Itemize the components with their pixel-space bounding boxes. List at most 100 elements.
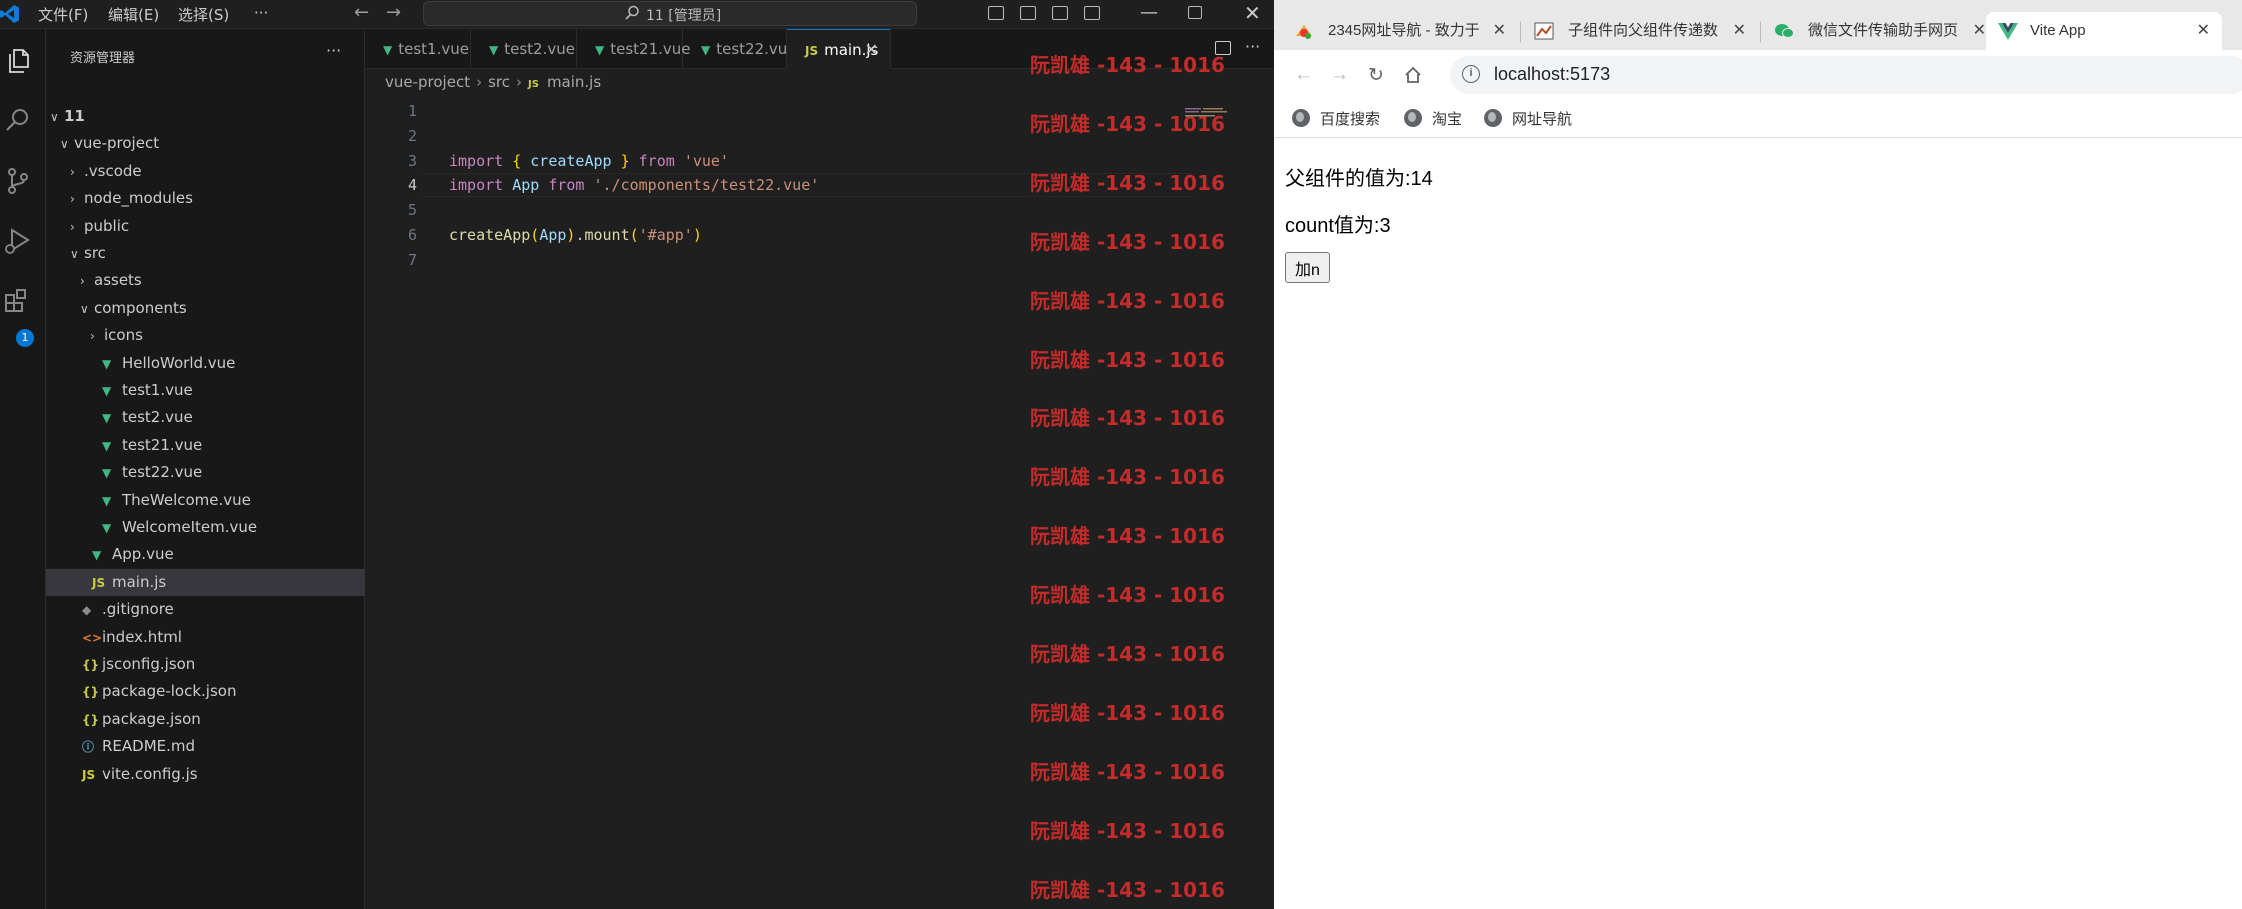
breadcrumb-item[interactable]: src [488,73,510,91]
home-icon[interactable] [1404,66,1422,84]
title-bar: 文件(F) 编辑(E) 选择(S) ··· ← → 11 [管理员] — ✕ [0,0,1274,29]
line-number: 3 [407,151,417,170]
back-icon[interactable]: ← [1294,64,1313,86]
address-bar[interactable]: i localhost:5173 [1450,56,2242,94]
breadcrumb-item[interactable]: main.js [547,73,601,91]
tree-folder[interactable]: ∨ 11 [46,103,365,130]
tree-folder[interactable]: › icons [46,322,365,349]
tree-file[interactable]: JS vite.config.js [46,761,365,788]
tree-file[interactable]: <>index.html [46,624,365,651]
watermark-text: 阮凯雄 -143 - 1016 [1030,818,1225,843]
minimap[interactable] [1185,108,1229,118]
explorer-title: 资源管理器 [70,51,136,66]
editor-tab[interactable]: JS main.js ✕ [787,29,891,69]
tab-close-icon[interactable]: ✕ [865,30,878,70]
chart-favicon-icon [1534,22,1554,40]
command-center[interactable]: 11 [管理员] [423,1,917,26]
code-token: createApp [530,151,612,170]
customize-layout-icon[interactable] [1084,6,1100,20]
tree-item-label: assets [94,271,142,290]
tree-folder[interactable]: › assets [46,267,365,294]
menu-more[interactable]: ··· [254,4,268,22]
tree-item-label: components [94,298,187,317]
bookmark-taobao[interactable]: 淘宝 [1404,108,1462,129]
menu-file[interactable]: 文件(F) [38,4,88,25]
bookmark-baidu[interactable]: 百度搜索 [1292,108,1380,129]
vue-file-icon: ▼ [102,384,112,398]
editor-tab[interactable]: ▼ test2.vue [471,29,577,69]
vue-file-icon: ▼ [102,411,112,426]
tree-item-label: 11 [64,107,85,125]
activity-bar: 1 [0,29,46,909]
tab-close-icon[interactable]: ✕ [2197,12,2210,50]
editor-tab[interactable]: ▼ test1.vue [365,29,471,69]
tree-file[interactable]: ⓘ README.md [46,733,365,760]
line-number: 5 [407,201,417,220]
add-button[interactable]: 加n [1285,252,1330,283]
tree-file[interactable]: ▼ test21.vue [46,432,365,459]
tree-file[interactable]: ▼ HelloWorld.vue [46,350,365,377]
forward-arrow-icon[interactable]: → [386,2,401,23]
tree-folder[interactable]: › public [46,213,365,240]
run-debug-icon[interactable] [2,225,34,257]
maximize-icon[interactable] [1188,6,1202,19]
source-control-icon[interactable] [2,165,34,197]
toggle-panel-icon[interactable] [1020,6,1036,20]
watermark-text: 阮凯雄 -143 - 1016 [1030,700,1225,725]
site-info-icon[interactable]: i [1462,65,1480,83]
watermark-text: 阮凯雄 -143 - 1016 [1030,465,1225,490]
browser-tab-wechat[interactable]: 微信文件传输助手网页 ✕ [1762,12,1998,50]
tree-item-label: package-lock.json [102,682,237,701]
tab-close-icon[interactable]: ✕ [1493,12,1506,50]
back-arrow-icon[interactable]: ← [354,2,369,23]
tab-close-icon[interactable]: ✕ [1973,12,1986,50]
editor-tab[interactable]: ▼ test22.vue [683,29,797,69]
menu-edit[interactable]: 编辑(E) [108,4,159,25]
tree-file[interactable]: ▼ test22.vue [46,459,365,486]
code-token: 'vue' [683,151,729,170]
watermark-text: 阮凯雄 -143 - 1016 [1030,170,1225,195]
toggle-sidebar-icon[interactable] [988,6,1004,20]
bookmark-nav[interactable]: 网址导航 [1484,108,1572,129]
tree-file[interactable]: JS main.js [46,568,365,596]
minimize-icon[interactable]: — [1140,2,1158,23]
tree-folder[interactable]: › .vscode [46,158,365,185]
globe-icon [1484,109,1502,127]
tree-file[interactable]: {} package-lock.json [46,678,365,705]
tree-folder[interactable]: ∨ components [46,295,365,322]
readme-info-icon: ⓘ [82,740,95,755]
tree-folder[interactable]: ∨ vue-project [46,130,365,157]
tree-folder[interactable]: › node_modules [46,185,365,212]
tree-file[interactable]: ▼ App.vue [46,541,365,568]
browser-tab-article[interactable]: 子组件向父组件传递数 ✕ [1522,12,1758,50]
extensions-icon[interactable] [2,285,34,317]
editor-tab[interactable]: ▼ test21.vue [577,29,691,69]
tree-file[interactable]: ▼ test1.vue [46,377,365,404]
tree-file[interactable]: {} package.json [46,706,365,733]
chevron-down-icon: ∨ [60,137,69,152]
explorer-more-icon[interactable]: ··· [326,41,341,60]
breadcrumb-item[interactable]: vue-project [385,73,470,91]
forward-icon[interactable]: → [1330,64,1349,86]
browser-tab-vite[interactable]: Vite App ✕ [1986,12,2222,50]
vue-file-icon: ▼ [102,438,112,453]
tab-close-icon[interactable]: ✕ [1733,12,1746,50]
code-token: } [620,151,630,170]
tree-file[interactable]: ▼ test2.vue [46,404,365,431]
explorer-icon[interactable] [4,45,36,77]
toggle-secondary-sidebar-icon[interactable] [1052,6,1068,20]
reload-icon[interactable]: ↻ [1368,64,1384,87]
menu-selection[interactable]: 选择(S) [178,4,229,25]
editor-more-icon[interactable]: ··· [1245,37,1260,56]
tree-file[interactable]: {} jsconfig.json [46,651,365,678]
tree-file[interactable]: ▼ TheWelcome.vue [46,487,365,514]
tree-file[interactable]: ◆ .gitignore [46,596,365,623]
editor-tab-label: test1.vue [398,40,469,58]
tree-file[interactable]: ▼ WelcomeItem.vue [46,514,365,541]
close-window-icon[interactable]: ✕ [1244,1,1261,25]
browser-tab-2345[interactable]: 2345网址导航 - 致力于 ✕ [1282,12,1518,50]
2345-favicon-icon [1296,25,1312,39]
tree-folder[interactable]: ∨ src [46,240,365,267]
search-icon[interactable] [2,105,34,137]
watermark-text: 阮凯雄 -143 - 1016 [1030,877,1225,902]
